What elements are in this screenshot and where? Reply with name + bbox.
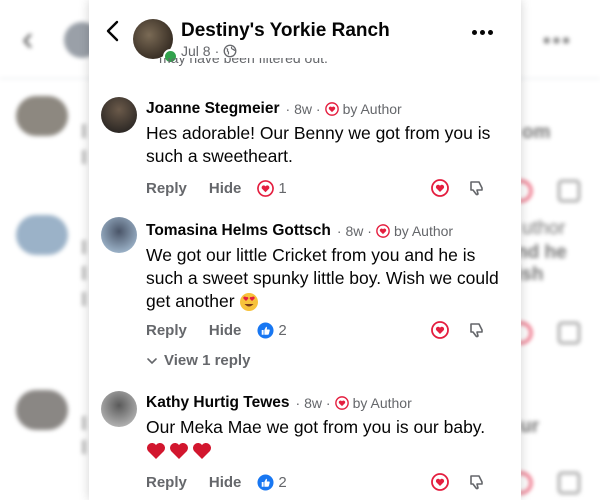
background-mark	[82, 440, 86, 454]
comment-item: Tomasina Helms Gottsch · 8w · by Author …	[89, 217, 521, 372]
comment-header: Kathy Hurtig Tewes · 8w · by Author	[146, 394, 412, 412]
post-meta: Jul 8 ·	[181, 43, 237, 59]
background-mark	[82, 240, 86, 254]
commenter-name[interactable]: Kathy Hurtig Tewes	[146, 394, 290, 412]
view-replies-link[interactable]: View 1 reply	[146, 352, 250, 369]
background-avatar	[16, 96, 68, 136]
author-heart-icon	[334, 396, 349, 410]
post-header: Destiny's Yorkie Ranch Jul 8 · may have …	[89, 0, 521, 66]
background-mark	[82, 416, 86, 430]
post-date[interactable]: Jul 8	[181, 43, 211, 59]
comments-card: Destiny's Yorkie Ranch Jul 8 · may have …	[89, 0, 521, 500]
comment-time[interactable]: · 8w ·	[296, 395, 331, 411]
background-icon	[558, 180, 580, 202]
comment-item: Joanne Stegmeier · 8w · by Author Hes ad…	[89, 97, 521, 210]
author-badge: by Author	[334, 395, 412, 411]
background-icon	[558, 472, 580, 494]
reply-button[interactable]: Reply	[146, 474, 187, 491]
background-mark	[82, 266, 86, 280]
reaction-summary[interactable]: 2	[257, 474, 287, 491]
heart-eyes-emoji	[240, 293, 259, 312]
reply-button[interactable]: Reply	[146, 180, 187, 197]
filtered-notice: may have been filtered out.	[159, 58, 328, 66]
meta-separator: ·	[214, 43, 220, 59]
comment-header: Joanne Stegmeier · 8w · by Author	[146, 100, 402, 118]
reaction-count: 1	[278, 180, 287, 197]
thumbs-down-icon[interactable]	[467, 473, 485, 491]
hide-button[interactable]: Hide	[209, 180, 242, 197]
commenter-name[interactable]: Tomasina Helms Gottsch	[146, 222, 331, 240]
background-mark	[82, 292, 86, 306]
comment-item: Kathy Hurtig Tewes · 8w · by Author Our …	[89, 391, 521, 500]
chevron-down-icon	[147, 357, 157, 364]
like-reaction-icon	[257, 474, 274, 491]
page-name[interactable]: Destiny's Yorkie Ranch	[181, 20, 390, 42]
globe-icon	[223, 44, 237, 58]
background-text: om	[522, 122, 551, 143]
reaction-count: 2	[278, 322, 287, 339]
like-reaction-icon	[257, 322, 274, 339]
comment-side-actions	[431, 321, 485, 339]
comment-time[interactable]: · 8w ·	[286, 101, 321, 117]
hide-button[interactable]: Hide	[209, 322, 242, 339]
author-heart-icon	[324, 102, 339, 116]
back-icon[interactable]	[101, 18, 127, 44]
three-red-hearts-emoji	[147, 443, 211, 460]
background-text: nd he	[516, 242, 567, 263]
author-badge: by Author	[324, 101, 402, 117]
author-heart-icon	[376, 224, 390, 238]
commenter-avatar[interactable]	[101, 217, 137, 253]
react-heart-icon[interactable]	[431, 321, 449, 339]
comment-side-actions	[431, 473, 485, 491]
background-back-icon: ‹	[22, 20, 34, 58]
hide-button[interactable]: Hide	[209, 474, 242, 491]
background-mark	[82, 124, 86, 138]
comment-text: Hes adorable! Our Benny we got from you …	[146, 123, 491, 166]
background-icon	[558, 322, 580, 344]
reaction-summary[interactable]: 2	[257, 322, 287, 339]
background-text: uthor	[522, 218, 566, 239]
commenter-avatar[interactable]	[101, 97, 137, 133]
comment-header: Tomasina Helms Gottsch · 8w · by Author	[146, 222, 453, 240]
background-more-icon: •••	[542, 28, 572, 53]
background-avatar	[16, 215, 68, 255]
comment-side-actions	[431, 179, 485, 197]
reaction-summary[interactable]: 1	[257, 180, 287, 197]
background-mark	[82, 150, 86, 164]
thumbs-down-icon[interactable]	[467, 321, 485, 339]
comment-text: Our Meka Mae we got from you is our baby…	[146, 416, 506, 462]
comment-time[interactable]: · 8w ·	[337, 223, 372, 239]
comment-actions: Reply Hide 2	[146, 322, 287, 339]
background-text: ur	[520, 416, 539, 437]
comment-actions: Reply Hide 1	[146, 180, 287, 197]
react-heart-icon[interactable]	[431, 179, 449, 197]
comment-actions: Reply Hide 2	[146, 474, 287, 491]
thumbs-down-icon[interactable]	[467, 179, 485, 197]
reply-button[interactable]: Reply	[146, 322, 187, 339]
reaction-count: 2	[278, 474, 287, 491]
background-avatar	[16, 390, 68, 430]
commenter-name[interactable]: Joanne Stegmeier	[146, 100, 280, 118]
commenter-avatar[interactable]	[101, 391, 137, 427]
heart-reaction-icon	[257, 180, 275, 197]
author-badge: by Author	[376, 223, 453, 239]
comment-text: We got our little Cricket from you and h…	[146, 245, 499, 312]
more-options-icon[interactable]	[472, 30, 493, 35]
react-heart-icon[interactable]	[431, 473, 449, 491]
